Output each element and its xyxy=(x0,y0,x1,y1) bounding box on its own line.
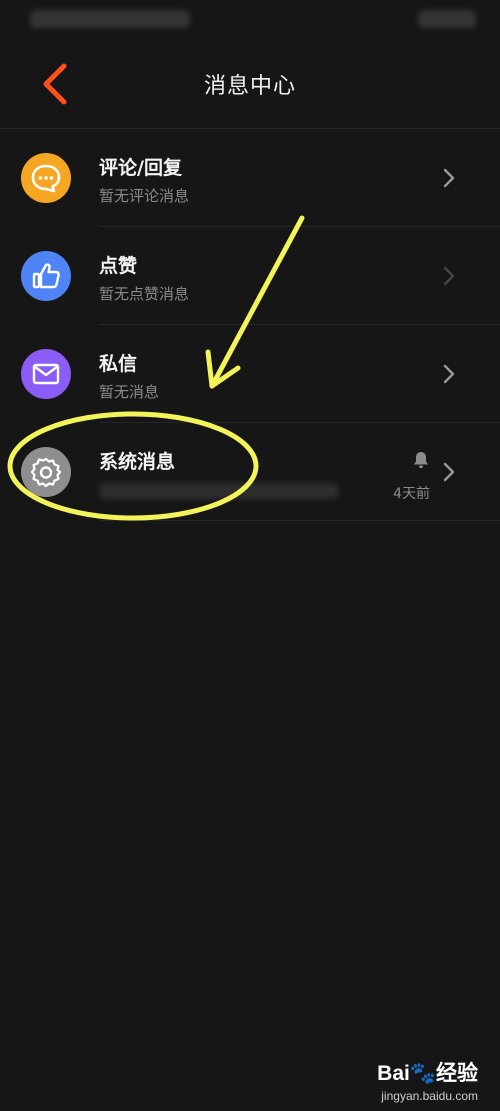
item-title: 点赞 xyxy=(99,255,138,277)
divider xyxy=(99,520,500,521)
watermark-suffix: 经验 xyxy=(436,1062,478,1085)
page-title: 消息中心 xyxy=(203,74,296,99)
watermark-brand: Bai xyxy=(377,1062,410,1085)
muted-bell-icon xyxy=(414,452,428,468)
watermark-url: jingyan.baidu.com xyxy=(381,1089,478,1103)
item-time: 4天前 xyxy=(393,486,430,502)
item-subtitle: 暂无点赞消息 xyxy=(99,285,190,303)
list-item-likes[interactable]: 点赞 暂无点赞消息 xyxy=(0,227,500,325)
item-title: 私信 xyxy=(99,353,138,375)
list-item-system-messages[interactable]: 系统消息 4天前 xyxy=(0,423,500,521)
chevron-right-icon xyxy=(443,462,455,482)
chevron-right-icon xyxy=(443,266,455,286)
mail-icon xyxy=(21,349,71,399)
item-subtitle: 暂无消息 xyxy=(99,383,160,401)
paw-icon: 🐾 xyxy=(409,1062,436,1085)
item-title: 系统消息 xyxy=(99,451,176,473)
list-item-comments[interactable]: 评论/回复 暂无评论消息 xyxy=(0,129,500,227)
gear-icon xyxy=(21,447,71,497)
header: 消息中心 xyxy=(0,40,500,129)
status-bar xyxy=(0,0,500,40)
chevron-right-icon xyxy=(443,168,455,188)
item-title: 评论/回复 xyxy=(99,157,182,179)
status-bar-left-blurred xyxy=(30,10,190,28)
list-item-private-messages[interactable]: 私信 暂无消息 xyxy=(0,325,500,423)
item-subtitle: 暂无评论消息 xyxy=(99,187,190,205)
watermark: Bai🐾经验 jingyan.baidu.com xyxy=(377,1057,478,1103)
thumbs-up-icon xyxy=(21,251,71,301)
chevron-right-icon xyxy=(443,364,455,384)
watermark-logo: Bai🐾经验 xyxy=(377,1057,478,1087)
comment-icon xyxy=(21,153,71,203)
item-subtitle-blurred xyxy=(99,483,339,499)
status-bar-right-blurred xyxy=(418,10,476,28)
